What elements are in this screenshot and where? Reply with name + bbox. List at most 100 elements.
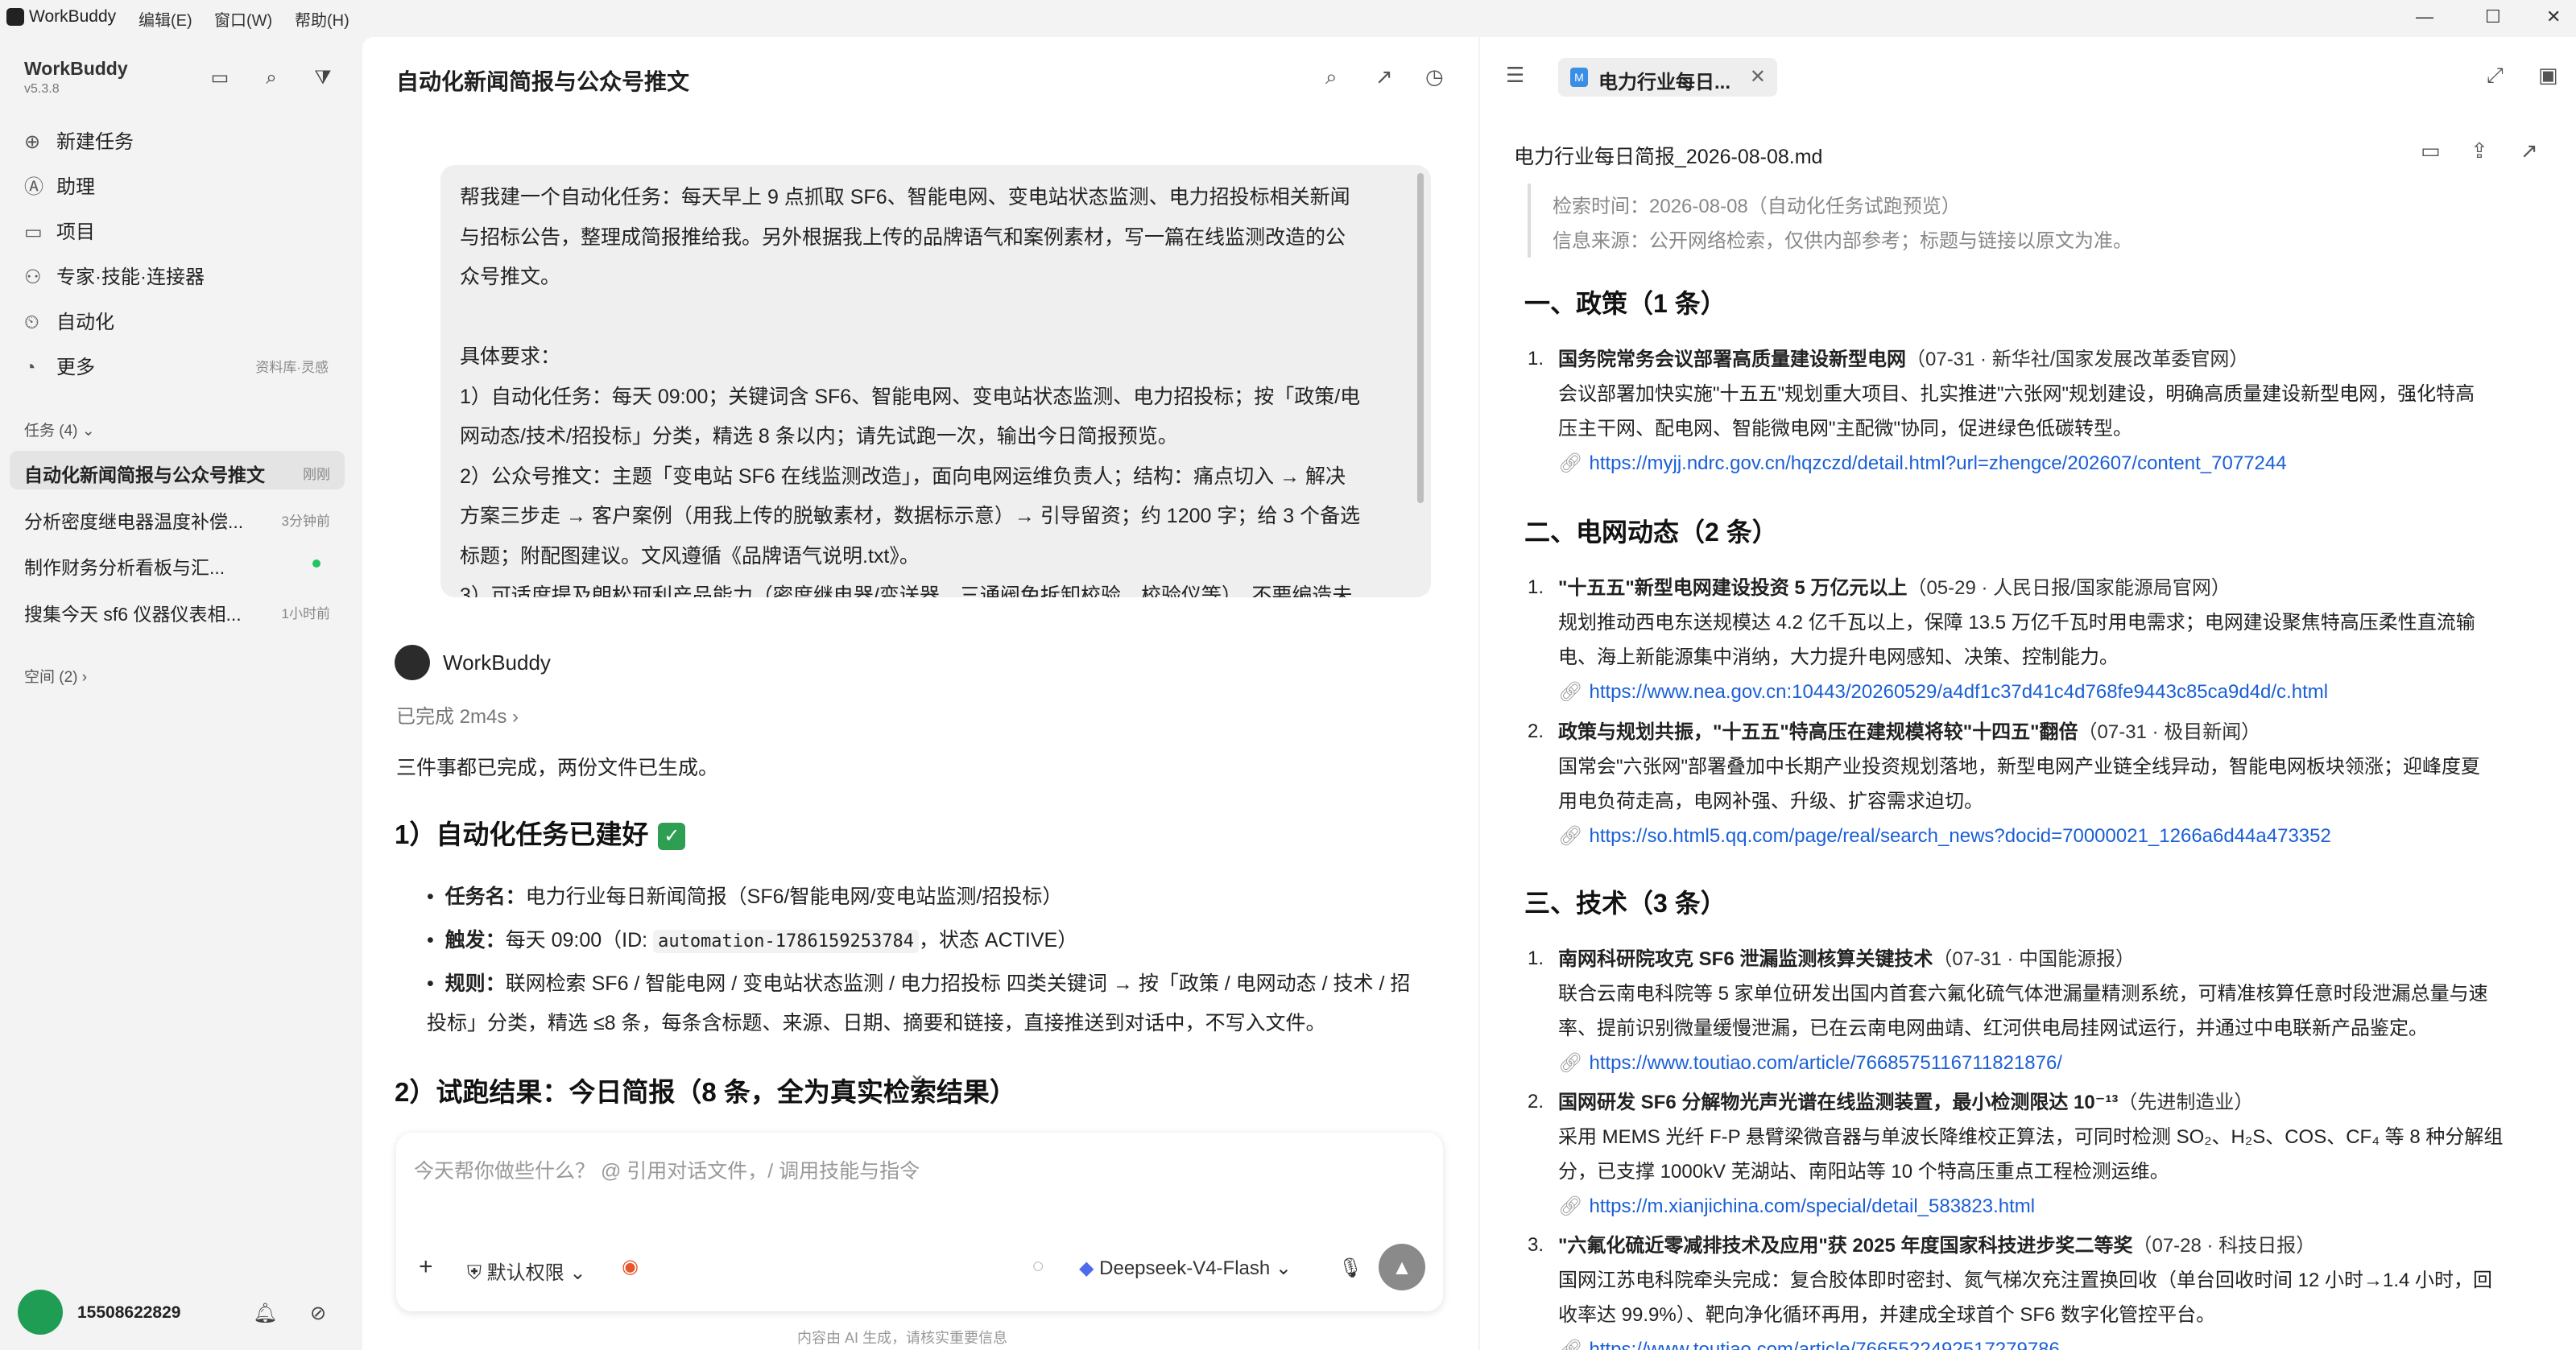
link-icon: 🔗︎ xyxy=(1558,825,1583,847)
nav-automation[interactable]: ⏲ 自动化 xyxy=(24,306,346,338)
link-url[interactable]: https://myjj.ndrc.gov.cn/hqzczd/detail.h… xyxy=(1589,452,2286,474)
nav-projects[interactable]: ▭ 项目 xyxy=(24,216,346,248)
heading-text: 1）自动化任务已建好 xyxy=(395,819,649,849)
item-link[interactable]: 🔗︎ https://www.toutiao.com/article/766552… xyxy=(1558,1332,2524,1350)
task-item[interactable]: 制作财务分析看板与汇... xyxy=(10,543,345,582)
task-item[interactable]: 分析密度继电器温度补偿... 3分钟前 xyxy=(10,497,345,536)
task-item[interactable]: 搜集今天 sf6 仪器仪表相... 1小时前 xyxy=(10,590,345,629)
item-link[interactable]: 🔗︎ https://so.html5.qq.com/page/real/sear… xyxy=(1558,819,2524,853)
model-selector[interactable]: ◆ Deepseek-V4-Flash ⌄ xyxy=(1079,1257,1292,1280)
spaces-header[interactable]: 空间 (2) › xyxy=(24,665,87,687)
list-item: • 任务名：电力行业每日新闻简报（SF6/智能电网/变电站监测/招投标） xyxy=(427,886,1063,908)
permission-selector[interactable]: ⛨ 默认权限 ⌄ xyxy=(467,1257,585,1285)
bullet-text: 每天 09:00（ID: xyxy=(505,929,654,952)
scrollbar[interactable] xyxy=(1417,173,1424,503)
history-icon[interactable]: ◷ xyxy=(1425,64,1444,89)
assistant-intro: 三件事都已完成，两份文件已生成。 xyxy=(396,757,719,779)
item-summary: 会议部署加快实施"十五五"规划重大项目、扎实推进"六张网"规划建设，明确高质量建… xyxy=(1558,383,2475,405)
tab-title: 电力行业每日... xyxy=(1598,72,1731,93)
item-summary: 分，已支撑 1000kV 芜湖站、南阳站等 10 个特高压重点工程检测运维。 xyxy=(1558,1161,2169,1183)
link-icon: 🔗︎ xyxy=(1558,452,1583,474)
user-area[interactable] xyxy=(18,1290,63,1335)
item-summary: 国常会"六张网"部署叠加中长期产业投资规划落地，新型电网产业链全线异动，智能电网… xyxy=(1558,756,2481,778)
link-url[interactable]: https://www.nea.gov.cn:10443/20260529/a4… xyxy=(1589,681,2328,703)
share-icon[interactable]: ↗ xyxy=(2520,138,2538,163)
link-icon: 🔗︎ xyxy=(1558,1339,1583,1350)
link-icon: 🔗︎ xyxy=(1558,1052,1583,1074)
link-url[interactable]: https://m.xianjichina.com/special/detail… xyxy=(1589,1195,2035,1217)
chevron-down-icon: ⌄ xyxy=(81,423,95,440)
close-window-button[interactable]: ✕ xyxy=(2546,6,2561,27)
link-url[interactable]: https://so.html5.qq.com/page/real/search… xyxy=(1589,825,2330,847)
link-url[interactable]: https://www.toutiao.com/article/76685751… xyxy=(1589,1052,2062,1074)
item-title: 南网科研院攻克 SF6 泄漏监测核算关键技术 xyxy=(1558,948,1933,970)
item-source: （07-31 · 新华社/国家发展改革委官网） xyxy=(1906,349,2249,370)
nav-more[interactable]: ◔ 更多 资料库·灵感 xyxy=(24,351,346,383)
search-icon[interactable]: ⌕ xyxy=(1325,64,1338,90)
menu-help[interactable]: 帮助(H) xyxy=(295,7,349,31)
menu-window[interactable]: 窗口(W) xyxy=(214,7,272,31)
automation-id-code: automation-1786159253784 xyxy=(653,930,919,953)
close-icon[interactable]: ✕ xyxy=(1750,65,1766,89)
nav-new-task[interactable]: ⊕ 新建任务 xyxy=(24,126,346,158)
task-item[interactable]: 自动化新闻简报与公众号推文 刚刚 xyxy=(10,451,345,489)
list-number: 1. xyxy=(1528,947,1544,969)
item-title: 政策与规划共振，"十五五"特高压在建规模将较"十四五"翻倍 xyxy=(1558,721,2078,743)
add-icon[interactable]: + xyxy=(419,1253,433,1281)
send-button[interactable]: ▲ xyxy=(1379,1244,1425,1290)
list-item: 国务院常务会议部署高质量建设新型电网（07-31 · 新华社/国家发展改革委官网… xyxy=(1558,342,2524,377)
item-link[interactable]: 🔗︎ https://myjj.ndrc.gov.cn/hqzczd/detail… xyxy=(1558,446,2524,481)
item-link[interactable]: 🔗︎ https://m.xianjichina.com/special/deta… xyxy=(1558,1189,2524,1224)
doc-section-heading: 二、电网动态（2 条） xyxy=(1524,518,1778,547)
ai-disclaimer: 内容由 AI 生成，请核实重要信息 xyxy=(797,1330,1008,1346)
minimize-button[interactable]: — xyxy=(2416,6,2433,27)
microphone-icon[interactable]: 🎙︎ xyxy=(1338,1257,1362,1280)
completion-label: 已完成 2m4s xyxy=(396,706,507,728)
spaces-header-label: 空间 (2) xyxy=(24,669,78,686)
item-link[interactable]: 🔗︎ https://www.nea.gov.cn:10443/20260529/… xyxy=(1558,675,2524,709)
shield-check-icon: ⛨ xyxy=(467,1262,482,1284)
item-summary: 采用 MEMS 光纤 F-P 悬臂梁微音器与单波长降维校正算法，可同时检测 SO… xyxy=(1558,1126,2504,1148)
list-item: • 触发：每天 09:00（ID: automation-17861592537… xyxy=(427,929,1078,953)
chevron-down-icon: ⌄ xyxy=(569,1262,586,1284)
list-item: • 规则：联网检索 SF6 / 智能电网 / 变电站状态监测 / 电力招投标 四… xyxy=(427,972,1411,1034)
share-icon[interactable]: ↗ xyxy=(1375,64,1393,89)
nav-label: 专家·技能·连接器 xyxy=(56,266,205,288)
menu-edit[interactable]: 编辑(E) xyxy=(139,7,192,31)
folder-icon[interactable]: ▭ xyxy=(2421,138,2441,163)
item-link[interactable]: 🔗︎ https://www.toutiao.com/article/766857… xyxy=(1558,1046,2524,1080)
skill-icon[interactable]: ◉ xyxy=(622,1255,639,1278)
maximize-button[interactable]: ☐ xyxy=(2485,6,2501,27)
link-url[interactable]: https://www.toutiao.com/article/76655224… xyxy=(1589,1339,2059,1350)
bullet-label: 规则： xyxy=(444,972,506,995)
filter-icon[interactable]: ⧩ xyxy=(311,66,335,90)
task-time: 1小时前 xyxy=(281,606,330,621)
item-title: 国务院常务会议部署高质量建设新型电网 xyxy=(1558,349,1906,370)
toggle-sidebar-icon[interactable]: ▭ xyxy=(208,66,232,90)
permission-label: 默认权限 xyxy=(486,1262,564,1284)
completion-status[interactable]: 已完成 2m4s › xyxy=(396,700,519,729)
app-logo-icon xyxy=(6,8,24,26)
scroll-down-icon[interactable]: ⌄ xyxy=(908,1061,926,1086)
nav-experts-skills[interactable]: ⚇ 专家·技能·连接器 xyxy=(24,261,346,293)
expand-icon[interactable]: ⤢ xyxy=(2487,63,2504,89)
markdown-file-icon: M xyxy=(1570,68,1588,87)
nav-assistant[interactable]: Ⓐ 助理 xyxy=(24,171,346,203)
upload-icon[interactable]: ⇪ xyxy=(2471,138,2488,163)
assistant-avatar xyxy=(395,645,430,680)
document-filename: 电力行业每日简报_2026-08-08.md xyxy=(1514,146,1823,168)
search-icon[interactable]: ⌕ xyxy=(259,66,283,90)
avatar[interactable] xyxy=(18,1290,63,1335)
nav-more-extra: 资料库·灵感 xyxy=(255,360,329,375)
chevron-right-icon: › xyxy=(81,669,88,686)
chat-input[interactable]: 今天帮你做些什么？ @ 引用对话文件，/ 调用技能与指令 xyxy=(414,1155,920,1184)
bell-icon[interactable]: 🔔︎ xyxy=(253,1302,277,1326)
tasks-header[interactable]: 任务 (4) ⌄ xyxy=(24,419,95,440)
chat-input-box[interactable]: 今天帮你做些什么？ @ 引用对话文件，/ 调用技能与指令 + ⛨ 默认权限 ⌄ … xyxy=(396,1133,1443,1311)
menu-icon[interactable]: ☰ xyxy=(1506,63,1524,88)
page-title: 自动化新闻简报与公众号推文 xyxy=(396,69,690,94)
document-tab[interactable]: M 电力行业每日... ✕ xyxy=(1558,58,1777,97)
compass-icon[interactable]: ⊘ xyxy=(306,1302,330,1326)
panel-toggle-icon[interactable]: ▣ xyxy=(2538,63,2558,88)
item-source: （07-31 · 极目新闻） xyxy=(2078,721,2261,743)
